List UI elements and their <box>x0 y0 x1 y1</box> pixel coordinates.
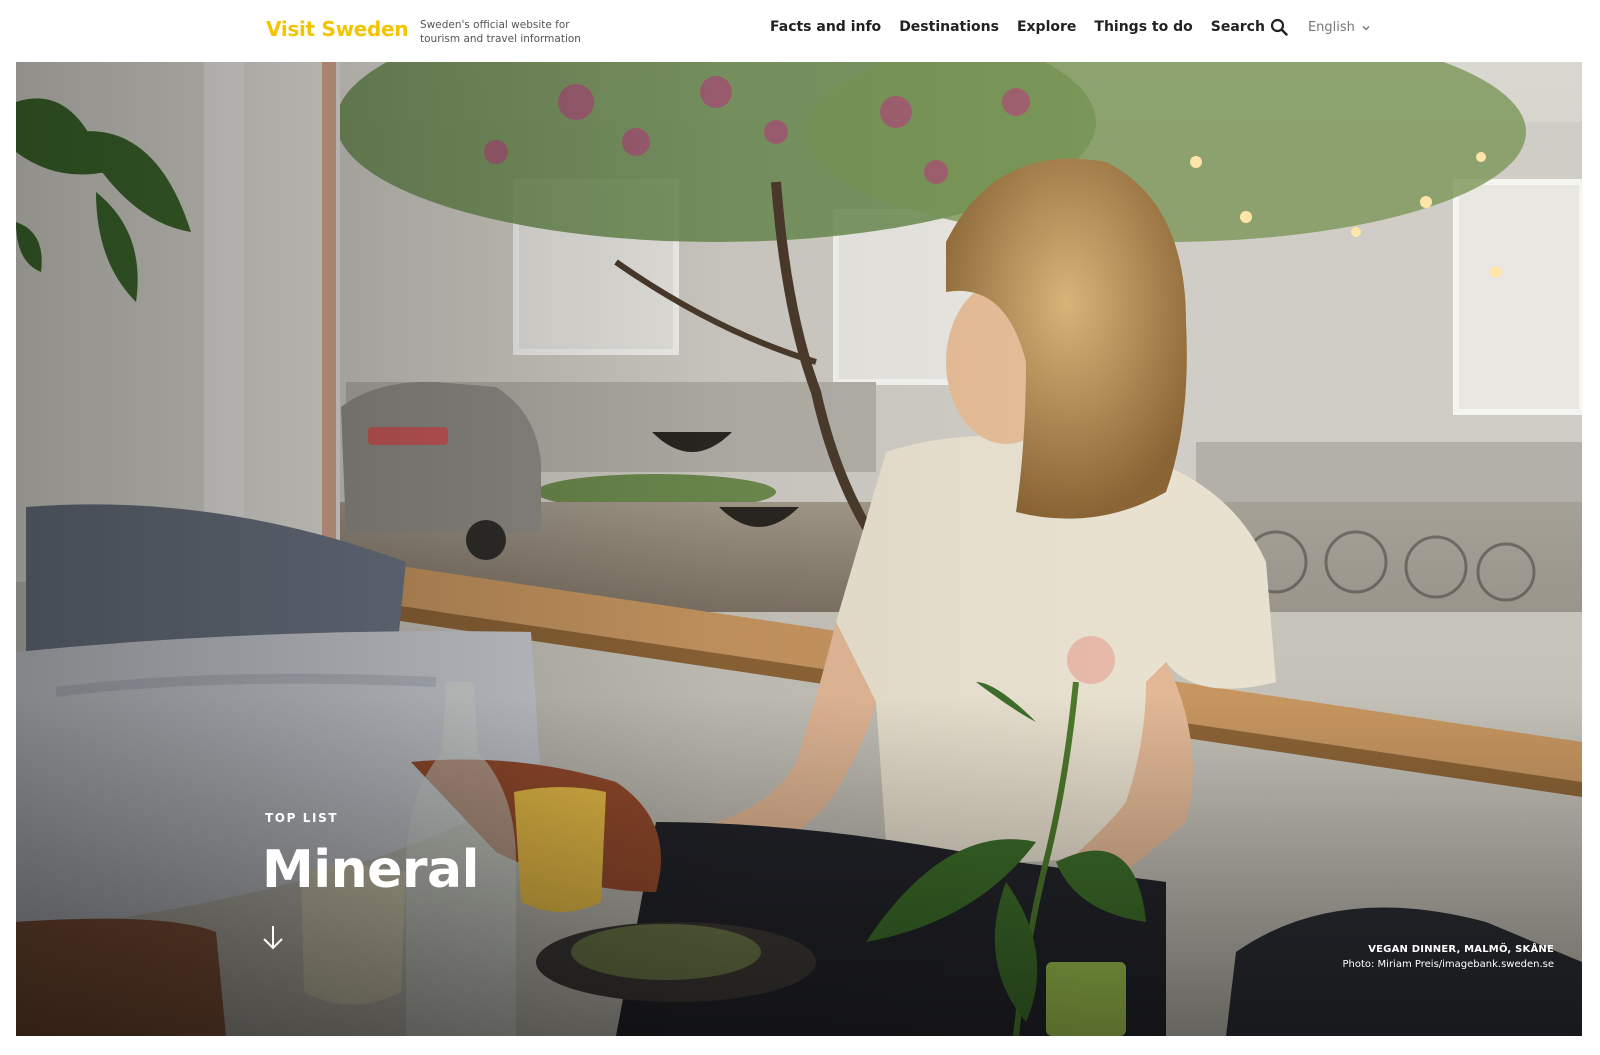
site-header: Visit Sweden Sweden's official website f… <box>0 0 1600 62</box>
hero-banner: TOP LIST Mineral VEGAN DINNER, MALMÖ, SK… <box>16 62 1582 1036</box>
hero-title: Mineral <box>262 840 479 900</box>
nav-facts-and-info[interactable]: Facts and info <box>770 19 881 35</box>
caption-title: VEGAN DINNER, MALMÖ, SKÅNE <box>1368 944 1554 955</box>
photo-caption: VEGAN DINNER, MALMÖ, SKÅNE Photo: Miriam… <box>1342 942 1554 972</box>
main-nav: Facts and info Destinations Explore Thin… <box>770 18 1371 36</box>
search-label: Search <box>1210 19 1265 35</box>
site-logo[interactable]: Visit Sweden <box>266 17 409 41</box>
nav-things-to-do[interactable]: Things to do <box>1094 19 1192 35</box>
language-label: English <box>1307 19 1355 35</box>
language-selector[interactable]: English <box>1308 20 1371 35</box>
caption-credit: Photo: Miriam Preis/imagebank.sweden.se <box>1342 959 1554 970</box>
search-icon <box>1270 18 1288 36</box>
chevron-down-icon <box>1361 22 1371 32</box>
search-button[interactable]: Search <box>1211 18 1288 36</box>
arrow-down-icon[interactable] <box>261 924 285 952</box>
hero-eyebrow: TOP LIST <box>265 811 339 825</box>
nav-explore[interactable]: Explore <box>1017 19 1076 35</box>
hero-overlay <box>16 62 1582 1036</box>
site-tagline: Sweden's official website for tourism an… <box>420 19 581 45</box>
nav-destinations[interactable]: Destinations <box>899 19 999 35</box>
